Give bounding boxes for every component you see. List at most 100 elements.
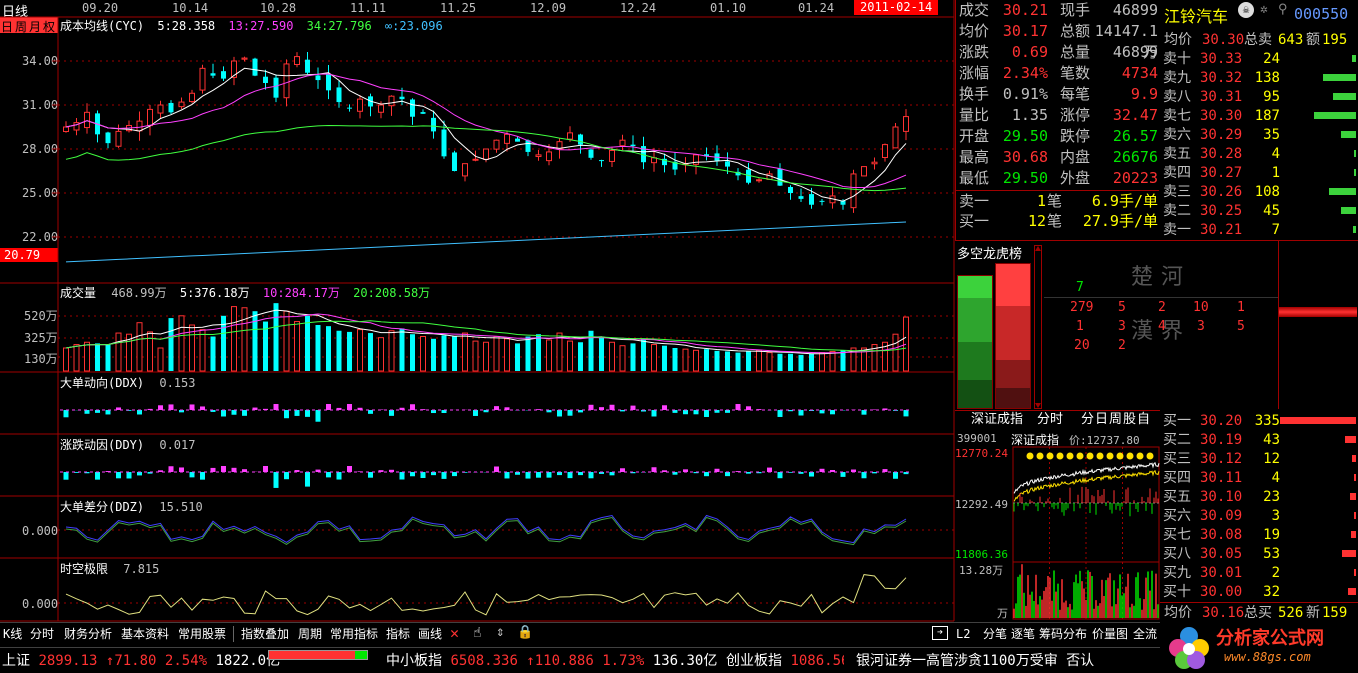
toolbar-basic-info[interactable]: 基本资料 <box>121 624 169 644</box>
ask-row[interactable]: 卖六 30.29 35 <box>1160 126 1358 145</box>
ask-row[interactable]: 卖二 30.25 45 <box>1160 202 1358 221</box>
quote-row: 最高 30.68 内盘 26676 <box>956 147 1159 168</box>
toolbar-index-overlay[interactable]: 指数叠加 <box>241 624 289 644</box>
bid-row[interactable]: 买六 30.09 3 <box>1160 507 1358 526</box>
watermark-chuhe: 楚河 <box>1131 265 1192 290</box>
level-price: 30.30 <box>1200 108 1243 124</box>
candle-body <box>756 179 762 182</box>
skull-icon[interactable]: ☠ <box>1238 2 1254 18</box>
dd-bar <box>137 410 142 415</box>
move-vertical-icon[interactable]: ⇕ <box>496 624 504 640</box>
logo-text: 分析家公式网 <box>1216 628 1324 649</box>
quote-value: 1.35 <box>1011 106 1048 124</box>
toolbar-timeshare[interactable]: 分时 <box>30 624 54 644</box>
tab-index-timeshare[interactable]: 分时 <box>1037 411 1063 429</box>
level-price: 30.29 <box>1200 127 1243 143</box>
lock-icon[interactable]: 🔒 <box>517 625 533 640</box>
dd-bar <box>221 466 226 472</box>
dragon-number: 2 <box>1158 300 1166 315</box>
dd-bar <box>305 472 310 487</box>
candle-body <box>305 59 310 73</box>
sell1-unit: 笔 <box>1047 192 1063 210</box>
level-price: 30.20 <box>1200 413 1243 429</box>
tab-index-name[interactable]: 深证成指 <box>971 411 1023 429</box>
ask-row[interactable]: 卖一 30.21 7 <box>1160 221 1358 240</box>
status-sme[interactable]: 中小板指 6508.336 ↑110.886 1.73% 136.30亿 <box>386 650 717 672</box>
toolbar-finance[interactable]: 财务分析 <box>64 624 112 644</box>
hand-pointer-icon[interactable]: ☝ <box>473 625 481 641</box>
ask-row[interactable]: 卖四 30.27 1 <box>1160 164 1358 183</box>
level-label: 买九 <box>1163 565 1191 581</box>
close-icon[interactable]: ✕ <box>450 624 459 642</box>
bid-row[interactable]: 买一 30.20 335 <box>1160 412 1358 431</box>
news-ticker[interactable]: 银河证券一高管涉贪1100万受审 否认 <box>856 650 1156 672</box>
tab-index-day[interactable]: 日 <box>1095 411 1108 429</box>
volume-bar <box>578 342 583 371</box>
main-chart-canvas[interactable] <box>0 0 956 622</box>
bid-row[interactable]: 买十 30.00 32 <box>1160 583 1358 602</box>
quote-value: 30.21 <box>1002 1 1048 19</box>
status-shanghai[interactable]: 上证 2899.13 ↑71.80 2.54% 1822.0亿 <box>2 650 280 672</box>
ask-row[interactable]: 卖七 30.30 187 <box>1160 107 1358 126</box>
quote-row: 均价 30.17 总额 14147.1万 <box>956 21 1159 61</box>
tab-index-self[interactable]: 自 <box>1137 411 1150 429</box>
bid-row[interactable]: 买五 30.10 23 <box>1160 488 1358 507</box>
toolbar-chip-distribution[interactable]: 筹码分布 <box>1039 624 1087 644</box>
dd-bar <box>315 410 321 422</box>
ask-row[interactable]: 卖八 30.31 95 <box>1160 88 1358 107</box>
star-icon[interactable]: ✲ <box>1260 2 1268 17</box>
bid-row[interactable]: 买四 30.11 4 <box>1160 469 1358 488</box>
toolbar-common-stocks[interactable]: 常用股票 <box>178 624 226 644</box>
level-label: 卖五 <box>1163 146 1191 162</box>
volume-bar <box>609 341 615 372</box>
toolbar-draw-line[interactable]: 画线 <box>418 624 442 644</box>
bid-row[interactable]: 买二 30.19 43 <box>1160 431 1358 450</box>
quote-label: 最高 <box>959 148 990 166</box>
level-volume: 19 <box>1263 527 1280 543</box>
volume-bar <box>105 344 111 371</box>
quote-label: 总量 <box>1060 43 1091 61</box>
toolbar-price-volume[interactable]: 价量图 <box>1092 624 1128 644</box>
level-price: 30.11 <box>1200 470 1243 486</box>
dd-bar <box>105 410 111 415</box>
candle-body <box>599 160 604 162</box>
ask-row[interactable]: 卖十 30.33 24 <box>1160 50 1358 69</box>
toolbar-indicator[interactable]: 指标 <box>386 624 410 644</box>
dragon-scrollbar[interactable] <box>1034 245 1042 409</box>
candle-body <box>283 63 290 99</box>
dd-bar <box>893 472 898 479</box>
level-bar <box>1323 74 1356 81</box>
ask-row[interactable]: 卖九 30.32 138 <box>1160 69 1358 88</box>
level-label: 买五 <box>1163 489 1191 505</box>
dragon-panel: 多空龙虎榜 楚河 漢界 7 279 5 2 10 1 1 3 4 3 5 20 2 <box>955 240 1358 410</box>
ask-row[interactable]: 卖三 30.26 108 <box>1160 183 1358 202</box>
bid-row[interactable]: 买七 30.08 19 <box>1160 526 1358 545</box>
tab-index-stock[interactable]: 股 <box>1123 411 1136 429</box>
dd-bar <box>210 467 216 472</box>
ask-row[interactable]: 卖五 30.28 4 <box>1160 145 1358 164</box>
quote-label: 总额 <box>1060 22 1091 40</box>
level-label: 卖六 <box>1163 127 1191 143</box>
quote-value: 2.34% <box>1002 64 1048 82</box>
bid-row[interactable]: 买八 30.05 53 <box>1160 545 1358 564</box>
dd-bar <box>263 466 268 472</box>
level-label: 卖七 <box>1163 108 1191 124</box>
toolbar-tick[interactable]: 分笔 <box>983 624 1007 644</box>
toolbar-kline[interactable]: K线 <box>3 624 22 644</box>
tab-index-min[interactable]: 分 <box>1081 411 1094 429</box>
toolbar-full-flow[interactable]: 全流 <box>1133 624 1157 644</box>
volume-bar <box>168 318 174 371</box>
toolbar-trade-by-trade[interactable]: 逐笔 <box>1011 624 1035 644</box>
toolbar-period[interactable]: 周期 <box>298 624 322 644</box>
buy1-count: 12 <box>1027 212 1046 230</box>
bookmark-icon[interactable]: ⚲ <box>1278 2 1288 17</box>
dd-bar <box>651 467 657 472</box>
tab-index-week[interactable]: 周 <box>1109 411 1122 429</box>
bid-row[interactable]: 买九 30.01 2 <box>1160 564 1358 583</box>
arrow-right-icon[interactable]: ➔ <box>932 626 948 640</box>
status-chinext[interactable]: 创业板指 1086.56 <box>726 650 844 672</box>
bid-row[interactable]: 买三 30.12 12 <box>1160 450 1358 469</box>
toolbar-l2[interactable]: L2 <box>956 624 970 644</box>
dd-bar <box>347 466 352 472</box>
toolbar-common-indicators[interactable]: 常用指标 <box>330 624 378 644</box>
